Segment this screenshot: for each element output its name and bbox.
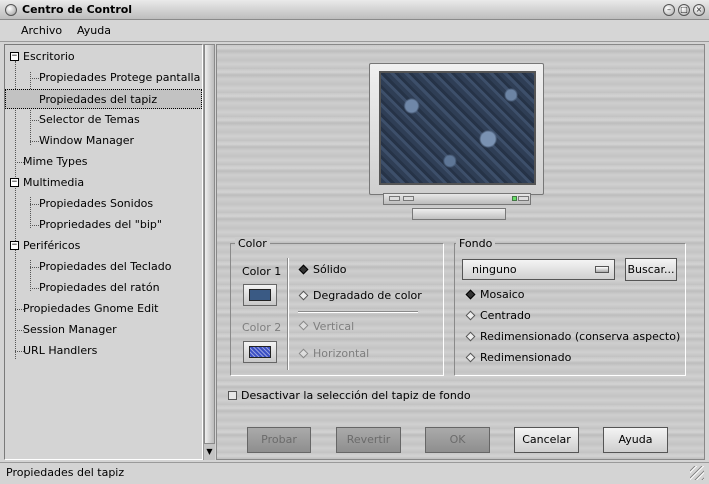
power-led-icon [512,196,517,201]
vertical-label: Vertical [313,320,355,333]
status-bar: Propiedades del tapiz [0,462,709,484]
wallpaper-select[interactable]: ninguno [462,259,615,280]
resize-grip-icon[interactable] [690,466,704,480]
color-divider [287,258,289,370]
fondo-frame-title: Fondo [456,237,496,250]
scroll-thumb[interactable] [204,44,215,444]
horizontal-label: Horizontal [313,347,370,360]
close-icon[interactable]: × [693,4,705,16]
monitor-stand [412,208,506,220]
tree-guide-line [30,267,39,268]
tree-item-teclado[interactable]: Propiedades del Teclado [39,257,171,277]
tree-guide-line [30,78,39,79]
disable-wallpaper-checkbox[interactable] [228,391,237,400]
separator [298,311,418,313]
tree-item-protege-pantalla[interactable]: Propiedades Protege pantalla [39,68,200,88]
gradient-label: Degradado de color [313,289,422,302]
color2-swatch [249,346,271,358]
tree-item-bip[interactable]: Propriedades del "bip" [39,215,162,235]
browse-button[interactable]: Buscar... [625,258,677,281]
wallpaper-select-value: ninguno [472,263,517,276]
tree-guide-line [30,288,39,289]
tree-item-session-manager[interactable]: Session Manager [23,320,117,340]
tree-item-gnome-edit[interactable]: Propiedades Gnome Edit [23,299,158,319]
ok-button[interactable]: OK [425,427,490,453]
monitor-bezel-bottom [383,193,531,205]
menu-bar: Archivo Ayuda [0,20,709,42]
tree-panel[interactable]: − − − Escritorio Propiedades Protege pan… [4,44,203,460]
menu-archivo[interactable]: Archivo [21,24,62,37]
color1-button[interactable] [243,284,277,306]
status-text: Propiedades del tapiz [6,466,125,479]
try-button[interactable]: Probar [247,427,311,453]
disable-wallpaper-label: Desactivar la selección del tapiz de fon… [241,389,471,402]
tree-guide-line [30,120,39,121]
tree-guide-line [30,204,39,205]
scroll-down-icon[interactable]: ▼ [204,446,215,458]
color-frame-title: Color [235,237,270,250]
collapse-icon[interactable]: − [10,52,19,61]
collapse-icon[interactable]: − [10,178,19,187]
tree-item-escritorio[interactable]: Escritorio [23,47,75,67]
window-menu-icon[interactable] [5,4,17,16]
title-bar[interactable]: Centro de Control – □ × [0,0,709,20]
minimize-icon[interactable]: – [663,4,675,16]
tree-guide-line [30,225,39,226]
tree-item-perifericos[interactable]: Periféricos [23,236,80,256]
tree-item-multimedia[interactable]: Multimedia [23,173,84,193]
tree-guide-line [30,260,31,291]
tree-guide-line [30,141,39,142]
window-title: Centro de Control [22,3,133,16]
color2-button[interactable] [243,341,277,363]
tree-item-window-manager[interactable]: Window Manager [39,131,134,151]
mosaic-label: Mosaico [480,288,525,301]
monitor-preview [369,63,544,195]
tree-scrollbar[interactable]: ▼ [203,44,215,460]
dropdown-indicator-icon [595,266,609,273]
tree-item-tapiz[interactable]: Propiedades del tapiz [5,89,202,109]
revert-button[interactable]: Revertir [336,427,401,453]
maximize-icon[interactable]: □ [678,4,690,16]
solid-label: Sólido [313,263,347,276]
collapse-icon[interactable]: − [10,241,19,250]
scaled-label: Redimensionado [480,351,572,364]
menu-ayuda[interactable]: Ayuda [77,24,111,37]
color1-swatch [249,289,271,301]
scaled-aspect-label: Redimensionado (conserva aspecto) [480,330,681,343]
monitor-button-icon [518,196,529,201]
tree-item-mime-types[interactable]: Mime Types [23,152,88,172]
tree-item-selector-temas[interactable]: Selector de Temas [39,110,140,130]
monitor-button-icon [389,196,400,201]
tree-item-sonidos[interactable]: Propiedades Sonidos [39,194,153,214]
color2-label: Color 2 [242,321,282,334]
color1-label: Color 1 [242,265,282,278]
help-button[interactable]: Ayuda [603,427,668,453]
tree-item-raton[interactable]: Propiedades del ratón [39,278,160,298]
monitor-button-icon [403,196,414,201]
tree-item-url-handlers[interactable]: URL Handlers [23,341,97,361]
tree-guide-line [30,197,31,228]
wallpaper-preview [379,71,536,185]
cancel-button[interactable]: Cancelar [514,427,579,453]
centered-label: Centrado [480,309,531,322]
